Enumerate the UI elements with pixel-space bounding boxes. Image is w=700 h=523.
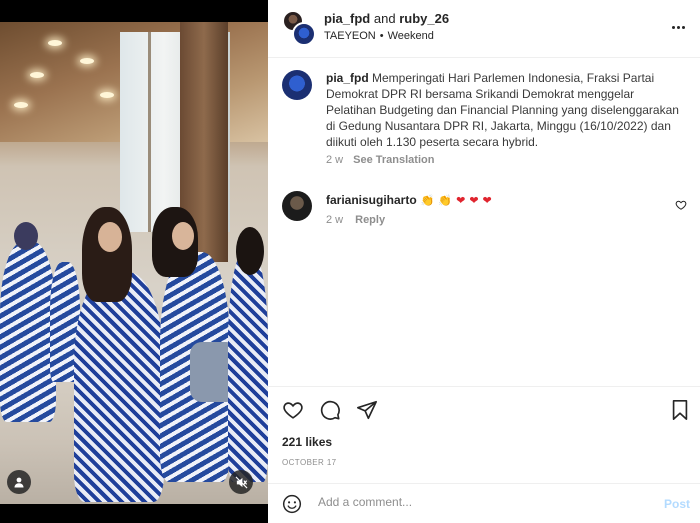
tag-people-button[interactable] — [7, 470, 31, 494]
likes-count[interactable]: 221 likes — [282, 435, 332, 449]
red-heart-emoji: ❤ — [469, 193, 479, 207]
caption-meta: 2 w See Translation — [326, 154, 687, 166]
bookmark-icon — [672, 400, 688, 420]
author-username[interactable]: pia_fpd — [324, 11, 370, 26]
collab-avatars[interactable] — [282, 10, 316, 46]
emoji-picker-button[interactable] — [282, 494, 302, 519]
person-figure — [0, 242, 56, 422]
authors-joiner: and — [373, 11, 396, 26]
post-date[interactable]: OCTOBER 17 — [282, 458, 337, 467]
comment-username[interactable]: farianisugiharto — [326, 193, 417, 207]
mute-toggle-button[interactable] — [229, 470, 253, 494]
post-video-frame[interactable] — [0, 22, 268, 504]
person-face — [98, 222, 122, 252]
audio-attribution[interactable]: TAEYEON • Weekend — [324, 30, 434, 42]
see-translation-link[interactable]: See Translation — [353, 154, 434, 166]
add-comment-bar: Post — [268, 483, 700, 523]
more-options-button[interactable] — [668, 17, 688, 37]
person-figure — [228, 252, 268, 482]
collaborator-username[interactable]: ruby_26 — [399, 11, 449, 26]
heart-icon — [283, 402, 303, 419]
clapping-hands-emoji: 👏 — [438, 193, 453, 207]
more-horizontal-icon — [671, 25, 685, 29]
red-heart-emoji: ❤ — [482, 193, 492, 207]
caption-body: Memperingati Hari Parlemen Indonesia, Fr… — [326, 71, 679, 149]
user-tag-icon — [14, 477, 24, 488]
person-face — [172, 222, 194, 250]
caption-text: pia_fpd Memperingati Hari Parlemen Indon… — [326, 70, 687, 150]
send-icon — [357, 400, 377, 420]
audio-artist[interactable]: TAEYEON — [324, 30, 376, 42]
clapping-hands-emoji: 👏 — [420, 193, 435, 207]
share-button[interactable] — [356, 399, 378, 426]
reply-button[interactable]: Reply — [355, 214, 385, 226]
person-hair — [236, 227, 264, 275]
save-button[interactable] — [670, 399, 690, 426]
post-details-panel: pia_fpd and ruby_26 TAEYEON • Weekend pi… — [268, 0, 700, 523]
post-media[interactable] — [0, 0, 268, 523]
post-caption: pia_fpd Memperingati Hari Parlemen Indon… — [282, 70, 687, 166]
comment-icon — [320, 400, 340, 420]
person-head — [14, 222, 38, 250]
comment-input[interactable] — [318, 495, 618, 509]
comment-age[interactable]: 2 w — [326, 214, 343, 226]
red-heart-emoji: ❤ — [456, 193, 466, 207]
avatar[interactable] — [282, 70, 312, 100]
post-actions: 221 likes OCTOBER 17 — [268, 386, 700, 482]
caption-age[interactable]: 2 w — [326, 154, 343, 166]
post-comment-button[interactable]: Post — [664, 497, 690, 511]
smiley-icon — [282, 494, 302, 514]
comment-button[interactable] — [319, 399, 341, 426]
like-comment-button[interactable] — [675, 198, 687, 216]
post-authors: pia_fpd and ruby_26 — [324, 11, 449, 26]
audio-title[interactable]: Weekend — [388, 30, 434, 42]
action-icons — [282, 399, 378, 426]
muted-speaker-icon — [235, 476, 247, 488]
comment-item: farianisugiharto 👏 👏 ❤ ❤ ❤ 2 w Reply — [282, 190, 687, 232]
comment-text: farianisugiharto 👏 👏 ❤ ❤ ❤ — [326, 193, 492, 207]
heart-icon — [675, 200, 687, 210]
audio-separator: • — [379, 30, 384, 42]
post-header: pia_fpd and ruby_26 TAEYEON • Weekend — [268, 0, 700, 58]
caption-username[interactable]: pia_fpd — [326, 71, 369, 85]
person-figure — [74, 272, 164, 502]
comment-meta: 2 w Reply — [326, 214, 385, 226]
like-button[interactable] — [282, 399, 304, 426]
avatar[interactable] — [292, 22, 316, 46]
avatar[interactable] — [282, 191, 312, 221]
